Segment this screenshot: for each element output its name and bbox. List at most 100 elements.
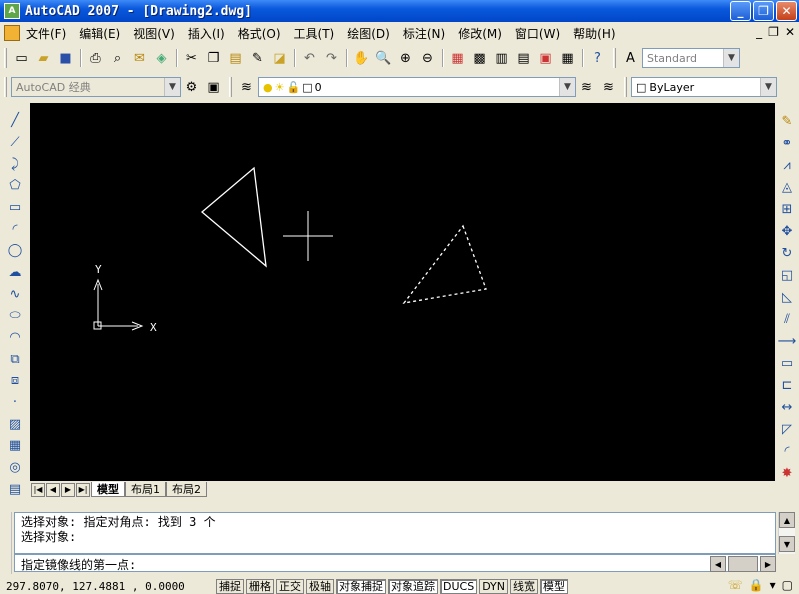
- workspace-settings-icon[interactable]: ⚙: [181, 77, 202, 98]
- lock-icon[interactable]: 🔒: [749, 578, 764, 592]
- make-current-layer-icon[interactable]: ≋: [576, 77, 597, 98]
- gradient-icon[interactable]: ▦: [5, 436, 25, 456]
- prev-tab-button[interactable]: ◀: [46, 482, 60, 497]
- match-properties-icon[interactable]: ✎: [247, 48, 268, 69]
- last-tab-button[interactable]: ▶|: [76, 482, 90, 497]
- copy-icon[interactable]: ❐: [203, 48, 224, 69]
- text-style-icon[interactable]: A: [620, 48, 641, 69]
- copy-object-icon[interactable]: ⚭: [777, 133, 797, 153]
- tab-model[interactable]: 模型: [91, 482, 125, 497]
- revision-cloud-icon[interactable]: ☁: [5, 263, 25, 283]
- doc-close-button[interactable]: ✕: [785, 25, 795, 39]
- my-workspace-icon[interactable]: ▣: [203, 77, 224, 98]
- doc-minimize-button[interactable]: _: [756, 25, 762, 39]
- block-editor-icon[interactable]: ◪: [269, 48, 290, 69]
- original-triangle[interactable]: [200, 166, 267, 268]
- region-icon[interactable]: ◎: [5, 458, 25, 478]
- ducs-toggle[interactable]: DUCS: [440, 578, 478, 594]
- zoom-window-icon[interactable]: ⊕: [395, 48, 416, 69]
- extend-icon[interactable]: ⟶: [777, 331, 797, 351]
- layer-manager-icon[interactable]: ≋: [236, 77, 257, 98]
- undo-icon[interactable]: ↶: [299, 48, 320, 69]
- construction-line-icon[interactable]: ⟋: [5, 133, 25, 153]
- tool-palettes-icon[interactable]: ▥: [491, 48, 512, 69]
- menu-dimension[interactable]: 标注(N): [403, 25, 445, 42]
- model-toggle[interactable]: 模型: [540, 578, 569, 594]
- erase-icon[interactable]: ✎: [777, 111, 797, 131]
- table-icon[interactable]: ▤: [5, 479, 25, 499]
- array-icon[interactable]: ⊞: [777, 199, 797, 219]
- menu-edit[interactable]: 编辑(E): [79, 25, 120, 42]
- command-scrollbar[interactable]: ▲ ▼: [778, 512, 795, 554]
- selected-triangle[interactable]: [402, 224, 487, 304]
- menu-tools[interactable]: 工具(T): [294, 25, 335, 42]
- command-input[interactable]: 指定镜像线的第一点:: [14, 554, 776, 572]
- menu-file[interactable]: 文件(F): [26, 25, 66, 42]
- status-menu-icon[interactable]: ▾: [770, 578, 776, 592]
- drawing-document-icon[interactable]: [4, 25, 20, 41]
- insert-block-icon[interactable]: ⧉: [5, 349, 25, 369]
- layer-previous-icon[interactable]: ≋: [598, 77, 619, 98]
- spline-icon[interactable]: ∿: [5, 284, 25, 304]
- point-icon[interactable]: ·: [5, 393, 25, 413]
- color-select[interactable]: □ ByLayer ▼: [631, 77, 777, 97]
- menu-draw[interactable]: 绘图(D): [347, 25, 390, 42]
- ortho-toggle[interactable]: 正交: [276, 578, 304, 594]
- arc-icon[interactable]: ◜: [5, 219, 25, 239]
- command-window-handle[interactable]: [0, 512, 12, 574]
- mirror-icon[interactable]: ⩘: [777, 155, 797, 175]
- osnap-toggle[interactable]: 对象捕捉: [336, 578, 386, 594]
- polyline-icon[interactable]: ⤸: [5, 154, 25, 174]
- toolbar-grip[interactable]: [4, 48, 7, 68]
- ellipse-arc-icon[interactable]: ◠: [5, 328, 25, 348]
- minimize-button[interactable]: _: [730, 1, 751, 21]
- next-tab-button[interactable]: ▶: [61, 482, 75, 497]
- fillet-icon[interactable]: ◜: [777, 441, 797, 461]
- explode-icon[interactable]: ✸: [777, 463, 797, 483]
- offset-icon[interactable]: ◬: [777, 177, 797, 197]
- communication-center-icon[interactable]: ☏: [728, 578, 743, 592]
- menu-format[interactable]: 格式(O): [238, 25, 281, 42]
- scroll-right-icon[interactable]: ▶: [760, 556, 776, 572]
- menu-view[interactable]: 视图(V): [133, 25, 175, 42]
- ellipse-icon[interactable]: ⬭: [5, 306, 25, 326]
- circle-icon[interactable]: ◯: [5, 241, 25, 261]
- scroll-down-icon[interactable]: ▼: [779, 536, 795, 552]
- trim-icon[interactable]: ⫽: [777, 309, 797, 329]
- publish-icon[interactable]: ✉: [129, 48, 150, 69]
- plot-icon[interactable]: ⎙: [85, 48, 106, 69]
- menu-help[interactable]: 帮助(H): [573, 25, 615, 42]
- pan-icon[interactable]: ✋: [351, 48, 372, 69]
- doc-restore-button[interactable]: ❐: [768, 25, 779, 39]
- help-icon[interactable]: ?: [587, 48, 608, 69]
- close-button[interactable]: ✕: [776, 1, 797, 21]
- break-at-point-icon[interactable]: ▭: [777, 353, 797, 373]
- design-center-icon[interactable]: ▩: [469, 48, 490, 69]
- save-icon[interactable]: ■: [55, 48, 76, 69]
- properties-icon[interactable]: ▦: [447, 48, 468, 69]
- text-style-select[interactable]: Standard ▼: [642, 48, 740, 68]
- redo-icon[interactable]: ↷: [321, 48, 342, 69]
- grid-toggle[interactable]: 栅格: [246, 578, 274, 594]
- dyn-toggle[interactable]: DYN: [479, 578, 509, 594]
- chamfer-icon[interactable]: ◸: [777, 419, 797, 439]
- tab-layout1[interactable]: 布局1: [125, 482, 166, 497]
- join-icon[interactable]: ↔: [777, 397, 797, 417]
- new-icon[interactable]: ▭: [11, 48, 32, 69]
- polar-toggle[interactable]: 极轴: [306, 578, 334, 594]
- command-hscroll[interactable]: ◀ ▶: [710, 556, 780, 572]
- first-tab-button[interactable]: |◀: [31, 482, 45, 497]
- workspace-select[interactable]: AutoCAD 经典 ▼: [11, 77, 181, 97]
- scroll-up-icon[interactable]: ▲: [779, 512, 795, 528]
- quickcalc-icon[interactable]: ▦: [557, 48, 578, 69]
- break-icon[interactable]: ⊏: [777, 375, 797, 395]
- hatch-icon[interactable]: ▨: [5, 414, 25, 434]
- menu-insert[interactable]: 插入(I): [188, 25, 225, 42]
- layer-select[interactable]: ● ☀ 🔓 □ 0 ▼: [258, 77, 576, 97]
- drawing-canvas[interactable]: Y X: [30, 103, 775, 481]
- open-icon[interactable]: ▰: [33, 48, 54, 69]
- otrack-toggle[interactable]: 对象追踪: [388, 578, 438, 594]
- restore-button[interactable]: ❐: [753, 1, 774, 21]
- rectangle-icon[interactable]: ▭: [5, 198, 25, 218]
- zoom-realtime-icon[interactable]: 🔍: [373, 48, 394, 69]
